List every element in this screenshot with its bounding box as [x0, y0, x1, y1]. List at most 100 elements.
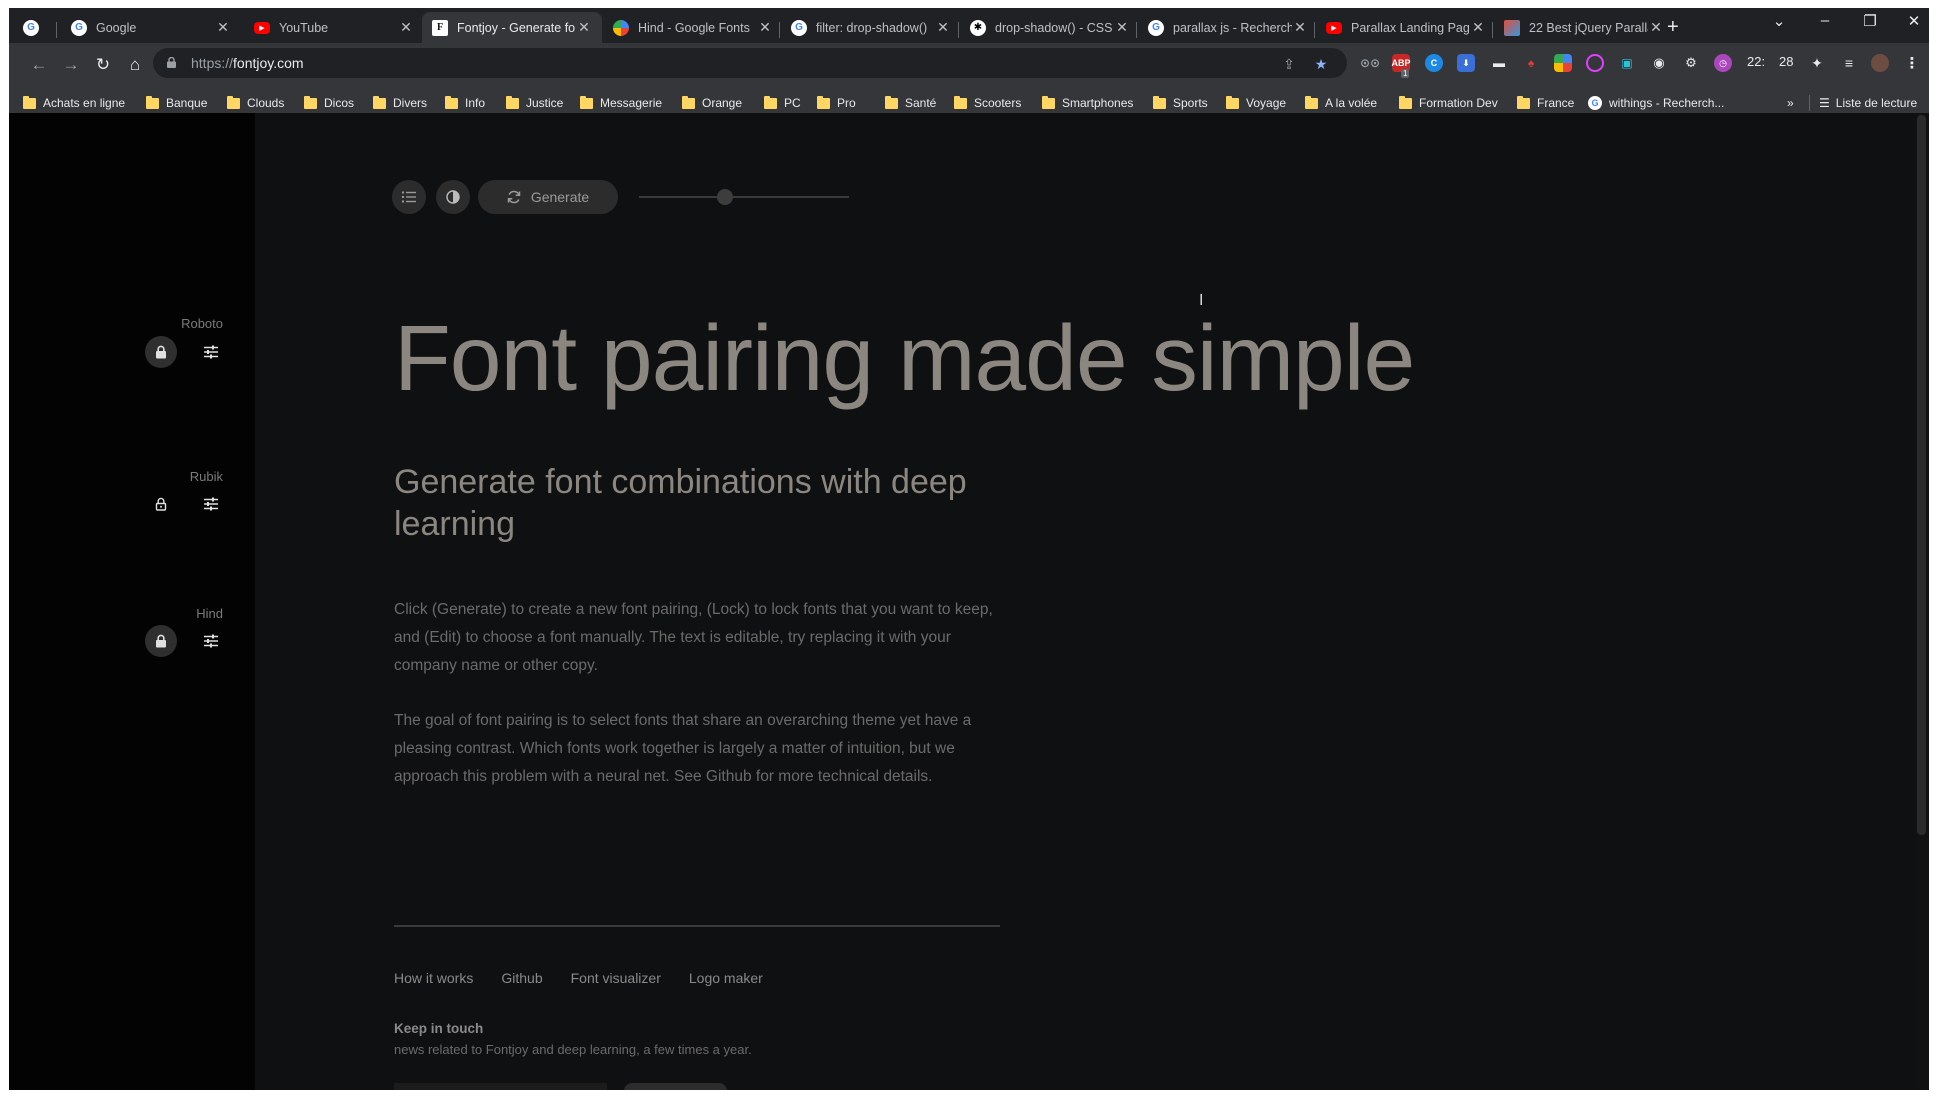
- bookmark-star-icon[interactable]: ★: [1311, 54, 1331, 74]
- close-icon[interactable]: ✕: [215, 19, 231, 36]
- tab-hind-google-fonts[interactable]: Hind - Google Fonts ✕: [603, 12, 783, 43]
- close-icon[interactable]: ✕: [935, 19, 951, 36]
- restore-icon[interactable]: ❐: [1850, 12, 1890, 30]
- download-extension-icon[interactable]: ⬇: [1457, 54, 1475, 72]
- close-icon[interactable]: ✕: [1292, 19, 1308, 36]
- tab-jquery-parallax[interactable]: 22 Best jQuery Paralla ✕: [1494, 12, 1674, 43]
- bookmark-folder[interactable]: Santé: [885, 93, 936, 113]
- google-apps-extension-icon[interactable]: [1554, 54, 1572, 72]
- slider-handle[interactable]: [717, 189, 733, 205]
- reading-list-button[interactable]: ☰ Liste de lecture: [1819, 93, 1917, 113]
- heart-extension-icon[interactable]: ♠: [1522, 54, 1540, 72]
- bookmark-folder[interactable]: Formation Dev: [1399, 93, 1498, 113]
- tab-title: Hind - Google Fonts: [638, 20, 750, 35]
- fontjoy-icon: F: [432, 19, 448, 36]
- page-subheading[interactable]: Generate font combinations with deep lea…: [394, 461, 1054, 545]
- bookmark-link[interactable]: Gwithings - Recherch...: [1588, 93, 1724, 113]
- bookmark-folder[interactable]: Justice: [506, 93, 563, 113]
- more-bookmarks-icon[interactable]: »: [1787, 93, 1794, 113]
- bookmark-folder[interactable]: Clouds: [227, 93, 284, 113]
- intro-paragraph[interactable]: Click (Generate) to create a new font pa…: [394, 596, 1004, 680]
- reload-icon[interactable]: ↻: [91, 53, 115, 77]
- close-icon[interactable]: ✕: [1470, 19, 1486, 36]
- bookmark-folder[interactable]: Smartphones: [1042, 93, 1133, 113]
- share-icon[interactable]: ⇪: [1279, 54, 1299, 74]
- bookmark-folder[interactable]: France: [1517, 93, 1574, 113]
- tab-search-icon[interactable]: ⌄: [1759, 12, 1799, 30]
- tab-separator: [779, 22, 780, 38]
- bookmark-folder[interactable]: Divers: [373, 93, 427, 113]
- media-control-icon[interactable]: ≡: [1840, 54, 1858, 72]
- tab-youtube[interactable]: ▶ YouTube ✕: [244, 12, 424, 43]
- bookmark-folder[interactable]: Messagerie: [580, 93, 662, 113]
- scrollbar-thumb[interactable]: [1917, 115, 1926, 835]
- address-bar[interactable]: https://fontjoy.com ⇪ ★: [153, 48, 1347, 78]
- edit-font-button[interactable]: [195, 625, 227, 657]
- bookmark-folder[interactable]: A la volée: [1305, 93, 1377, 113]
- lock-open-icon: [155, 497, 167, 511]
- bookmark-folder[interactable]: Banque: [146, 93, 207, 113]
- about-paragraph[interactable]: The goal of font pairing is to select fo…: [394, 707, 1004, 791]
- edit-font-button[interactable]: [195, 488, 227, 520]
- google-icon: G: [71, 19, 87, 36]
- new-tab-icon[interactable]: +: [1667, 16, 1679, 39]
- lock-button[interactable]: [145, 625, 177, 657]
- github-link[interactable]: Github: [501, 970, 542, 986]
- google-fonts-icon: [613, 19, 629, 36]
- generate-button[interactable]: Generate: [478, 180, 618, 214]
- how-it-works-link[interactable]: How it works: [394, 970, 473, 986]
- page-heading[interactable]: Font pairing made simple: [394, 305, 1415, 412]
- subscribe-button[interactable]: [624, 1083, 727, 1090]
- tab-filter-drop-shadow[interactable]: G filter: drop-shadow() ✕: [781, 12, 961, 43]
- tab-pinned-google[interactable]: G: [13, 12, 55, 43]
- close-icon[interactable]: ✕: [576, 19, 592, 36]
- camera-extension-icon[interactable]: ◉: [1650, 54, 1668, 72]
- bookmark-folder[interactable]: Orange: [682, 93, 742, 113]
- tab-google[interactable]: G Google ✕: [61, 12, 241, 43]
- clock-extension-icon[interactable]: ◷: [1714, 54, 1732, 72]
- tab-parallax-landing[interactable]: ▶ Parallax Landing Page ✕: [1316, 12, 1496, 43]
- lock-button[interactable]: [145, 488, 177, 520]
- lock-button[interactable]: [145, 336, 177, 368]
- font-visualizer-link[interactable]: Font visualizer: [571, 970, 661, 986]
- folder-icon: [580, 95, 593, 109]
- window-close-icon[interactable]: ✕: [1894, 12, 1929, 30]
- list-view-button[interactable]: [392, 180, 426, 214]
- bookmark-folder[interactable]: Pro: [817, 93, 856, 113]
- close-icon[interactable]: ✕: [757, 19, 773, 36]
- email-input[interactable]: [394, 1083, 607, 1090]
- ring-extension-icon[interactable]: [1586, 54, 1604, 72]
- folder-icon: [764, 95, 777, 109]
- close-icon[interactable]: ✕: [1114, 19, 1130, 36]
- bookmark-folder[interactable]: Sports: [1153, 93, 1208, 113]
- minimize-icon[interactable]: –: [1805, 12, 1845, 29]
- bookmark-folder[interactable]: PC: [764, 93, 801, 113]
- similarity-slider[interactable]: [639, 196, 849, 198]
- css-tricks-icon: ✱: [970, 19, 986, 36]
- close-icon[interactable]: ✕: [398, 19, 414, 36]
- tab-fontjoy[interactable]: F Fontjoy - Generate fo ✕: [422, 12, 602, 43]
- puzzle-extensions-icon[interactable]: ✦: [1808, 54, 1826, 72]
- bookmark-folder[interactable]: Scooters: [954, 93, 1021, 113]
- bookmark-folder[interactable]: Achats en ligne: [23, 93, 125, 113]
- home-icon[interactable]: ⌂: [123, 53, 147, 77]
- profile-avatar[interactable]: [1871, 54, 1889, 72]
- scanner-extension-icon[interactable]: ▬: [1490, 54, 1508, 72]
- cube-extension-icon[interactable]: ▣: [1618, 54, 1636, 72]
- bookmark-folder[interactable]: Voyage: [1226, 93, 1286, 113]
- bookmark-folder[interactable]: Info: [445, 93, 485, 113]
- more-menu-icon[interactable]: ⋮: [1903, 54, 1921, 72]
- glasses-extension-icon[interactable]: ⊙⊙: [1360, 54, 1380, 72]
- tab-parallax-js[interactable]: G parallax js - Recherch ✕: [1138, 12, 1318, 43]
- tab-drop-shadow-css[interactable]: ✱ drop-shadow() - CSS ✕: [960, 12, 1140, 43]
- edit-font-button[interactable]: [195, 336, 227, 368]
- theme-toggle-button[interactable]: [436, 180, 470, 214]
- bookmark-folder[interactable]: Dicos: [304, 93, 354, 113]
- forward-icon[interactable]: →: [59, 53, 83, 77]
- c-extension-icon[interactable]: C: [1425, 54, 1443, 72]
- logo-maker-link[interactable]: Logo maker: [689, 970, 763, 986]
- back-icon[interactable]: ←: [27, 53, 51, 77]
- gear-extension-icon[interactable]: ⚙: [1682, 54, 1700, 72]
- page-scrollbar[interactable]: [1914, 113, 1929, 1090]
- close-icon[interactable]: ✕: [1648, 19, 1664, 36]
